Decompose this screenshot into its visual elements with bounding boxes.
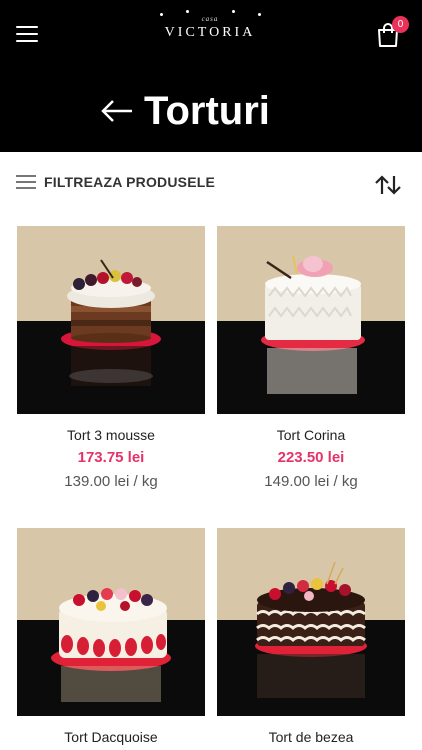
product-name[interactable]: Tort 3 mousse: [17, 426, 205, 444]
sort-icon[interactable]: [374, 174, 402, 196]
product-image[interactable]: [217, 528, 405, 716]
product-card[interactable]: Tort 3 mousse 173.75 lei 139.00 lei / kg: [17, 226, 205, 492]
back-arrow-icon[interactable]: [100, 99, 134, 123]
logo-title: VICTORIA: [164, 25, 256, 40]
logo-subtitle: casa: [201, 15, 219, 23]
filter-bar: FILTREAZA PRODUSELE: [0, 152, 422, 216]
product-card[interactable]: Tort Dacquoise: [17, 528, 205, 746]
filter-label: FILTREAZA PRODUSELE: [44, 174, 216, 190]
product-card[interactable]: Tort de bezea: [217, 528, 405, 746]
cart-count-badge: 0: [392, 16, 409, 33]
product-price: 173.75 lei: [77, 449, 145, 466]
product-card[interactable]: Tort Corina 223.50 lei 149.00 lei / kg: [217, 226, 405, 492]
page-title: Torturi: [144, 89, 270, 133]
product-name[interactable]: Tort Corina: [217, 426, 405, 444]
menu-icon[interactable]: [16, 24, 40, 44]
product-image[interactable]: [217, 226, 405, 414]
product-unit-price: 139.00 lei / kg: [64, 473, 158, 490]
product-name[interactable]: Tort de bezea: [217, 728, 405, 746]
product-image[interactable]: [17, 528, 205, 716]
product-price: 223.50 lei: [277, 449, 345, 466]
product-image[interactable]: [17, 226, 205, 414]
filter-icon: [16, 175, 36, 189]
cart-button[interactable]: 0: [376, 16, 409, 50]
product-unit-price: 149.00 lei / kg: [264, 473, 358, 490]
page-title-row: Torturi: [100, 86, 270, 136]
brand-logo[interactable]: casa VICTORIA: [140, 8, 280, 44]
filter-button[interactable]: FILTREAZA PRODUSELE: [16, 174, 215, 190]
product-name[interactable]: Tort Dacquoise: [17, 728, 205, 746]
app-header: casa VICTORIA 0 Torturi: [0, 0, 422, 152]
